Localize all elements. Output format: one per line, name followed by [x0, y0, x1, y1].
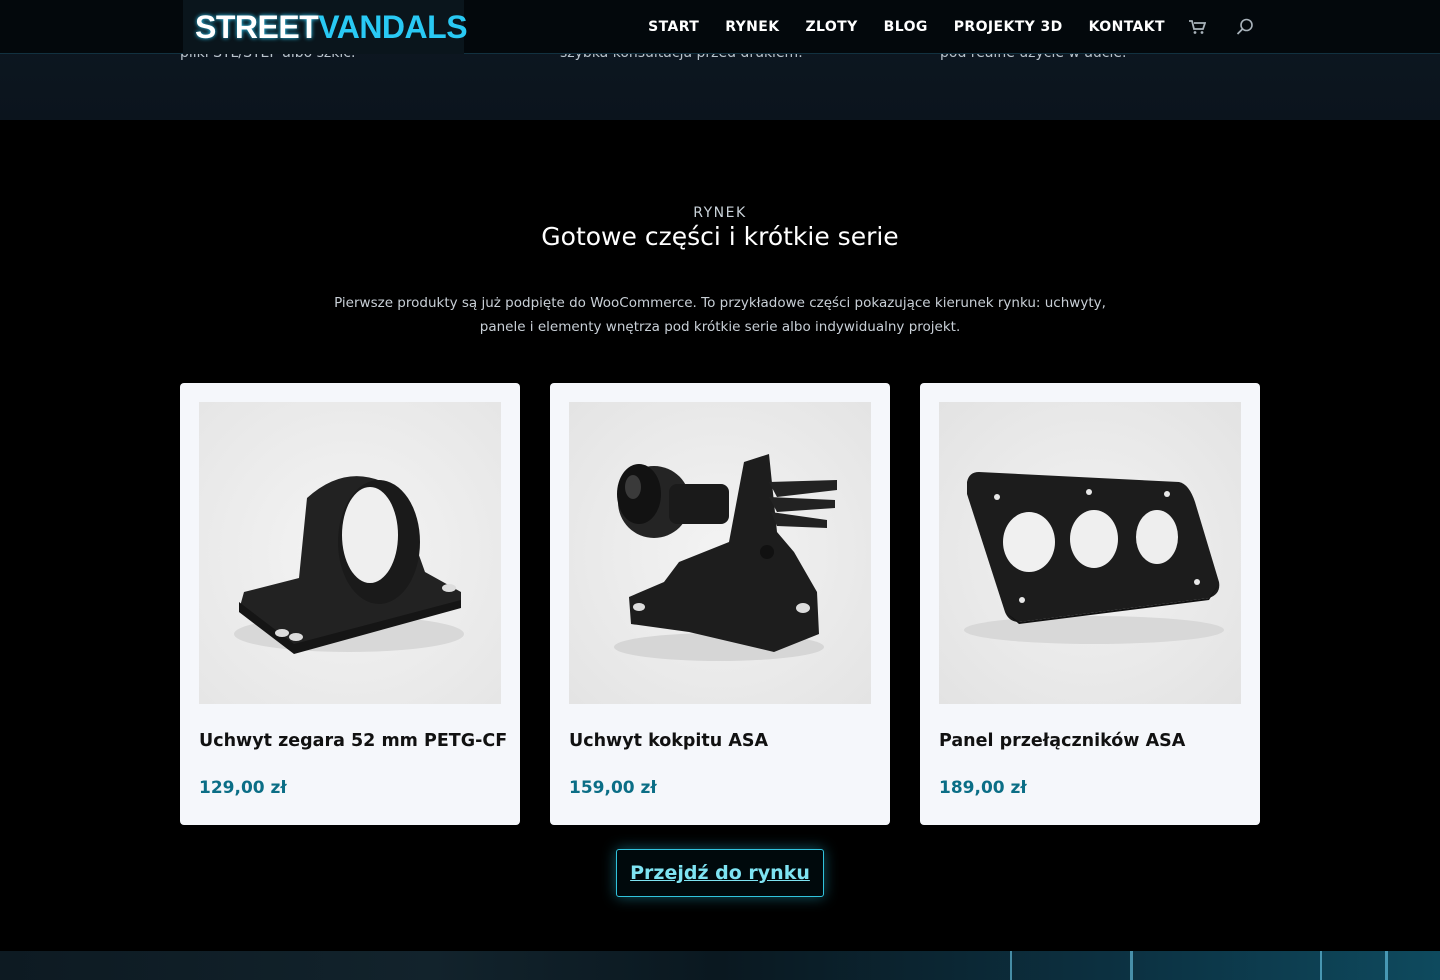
section-eyebrow: RYNEK — [693, 205, 747, 221]
main-nav: START RYNEK ZLOTY BLOG PROJEKTY 3D KONTA… — [622, 0, 1254, 54]
product-name[interactable]: Panel przełączników ASA — [939, 731, 1185, 751]
product-image-switch-panel[interactable] — [939, 402, 1241, 704]
nav-projekty-3d[interactable]: PROJEKTY 3D — [954, 19, 1063, 35]
next-section-hero — [0, 951, 1440, 980]
search-icon[interactable] — [1236, 18, 1254, 36]
product-card[interactable]: Uchwyt zegara 52 mm PETG-CF 129,00 zł — [180, 383, 520, 825]
product-name[interactable]: Uchwyt zegara 52 mm PETG-CF — [199, 731, 507, 751]
product-card[interactable]: Panel przełączników ASA 189,00 zł — [920, 383, 1260, 825]
nav-rynek[interactable]: RYNEK — [725, 19, 779, 35]
product-image-gauge-holder[interactable] — [199, 402, 501, 704]
nav-zloty[interactable]: ZLOTY — [806, 19, 858, 35]
go-to-market-button[interactable]: Przejdź do rynku — [616, 849, 824, 897]
nav-blog[interactable]: BLOG — [884, 19, 928, 35]
logo-part-2: VANDALS — [318, 8, 468, 45]
section-title: Gotowe części i krótkie serie — [541, 222, 899, 251]
nav-kontakt[interactable]: KONTAKT — [1089, 19, 1165, 35]
cart-icon[interactable] — [1189, 19, 1206, 35]
product-price: 159,00 zł — [569, 778, 657, 798]
product-price: 189,00 zł — [939, 778, 1027, 798]
product-price: 129,00 zł — [199, 778, 287, 798]
nav-start[interactable]: START — [648, 19, 699, 35]
product-name[interactable]: Uchwyt kokpitu ASA — [569, 731, 768, 751]
product-image-cockpit-holder[interactable] — [569, 402, 871, 704]
section-intro: Pierwsze produkty są już podpięte do Woo… — [334, 295, 1106, 335]
logo-part-1: STREET — [195, 8, 319, 45]
site-header: STREET VANDALS START RYNEK ZLOTY BLOG PRO… — [0, 0, 1440, 54]
product-card[interactable]: Uchwyt kokpitu ASA 159,00 zł — [550, 383, 890, 825]
site-logo[interactable]: STREET VANDALS — [183, 0, 468, 54]
